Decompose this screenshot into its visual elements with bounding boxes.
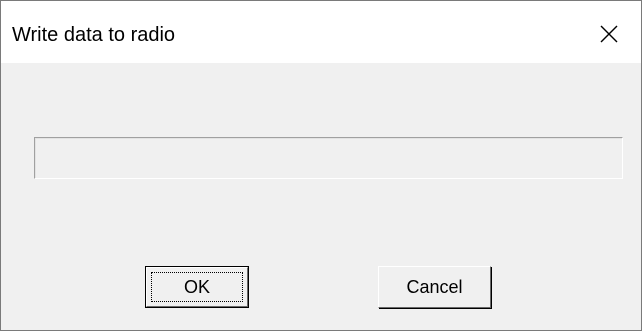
title-bar[interactable]: Write data to radio xyxy=(1,1,641,63)
cancel-button[interactable]: Cancel xyxy=(378,266,491,308)
cancel-button-label: Cancel xyxy=(406,277,463,297)
progress-track xyxy=(35,138,622,178)
close-icon xyxy=(600,25,618,43)
ok-button-label: OK xyxy=(183,277,210,297)
dialog-title: Write data to radio xyxy=(12,24,176,46)
progress-bar xyxy=(34,137,623,179)
close-button[interactable] xyxy=(577,1,641,63)
write-data-dialog: Write data to radio OK Cancel xyxy=(0,0,642,331)
ok-button[interactable]: OK xyxy=(145,266,249,308)
